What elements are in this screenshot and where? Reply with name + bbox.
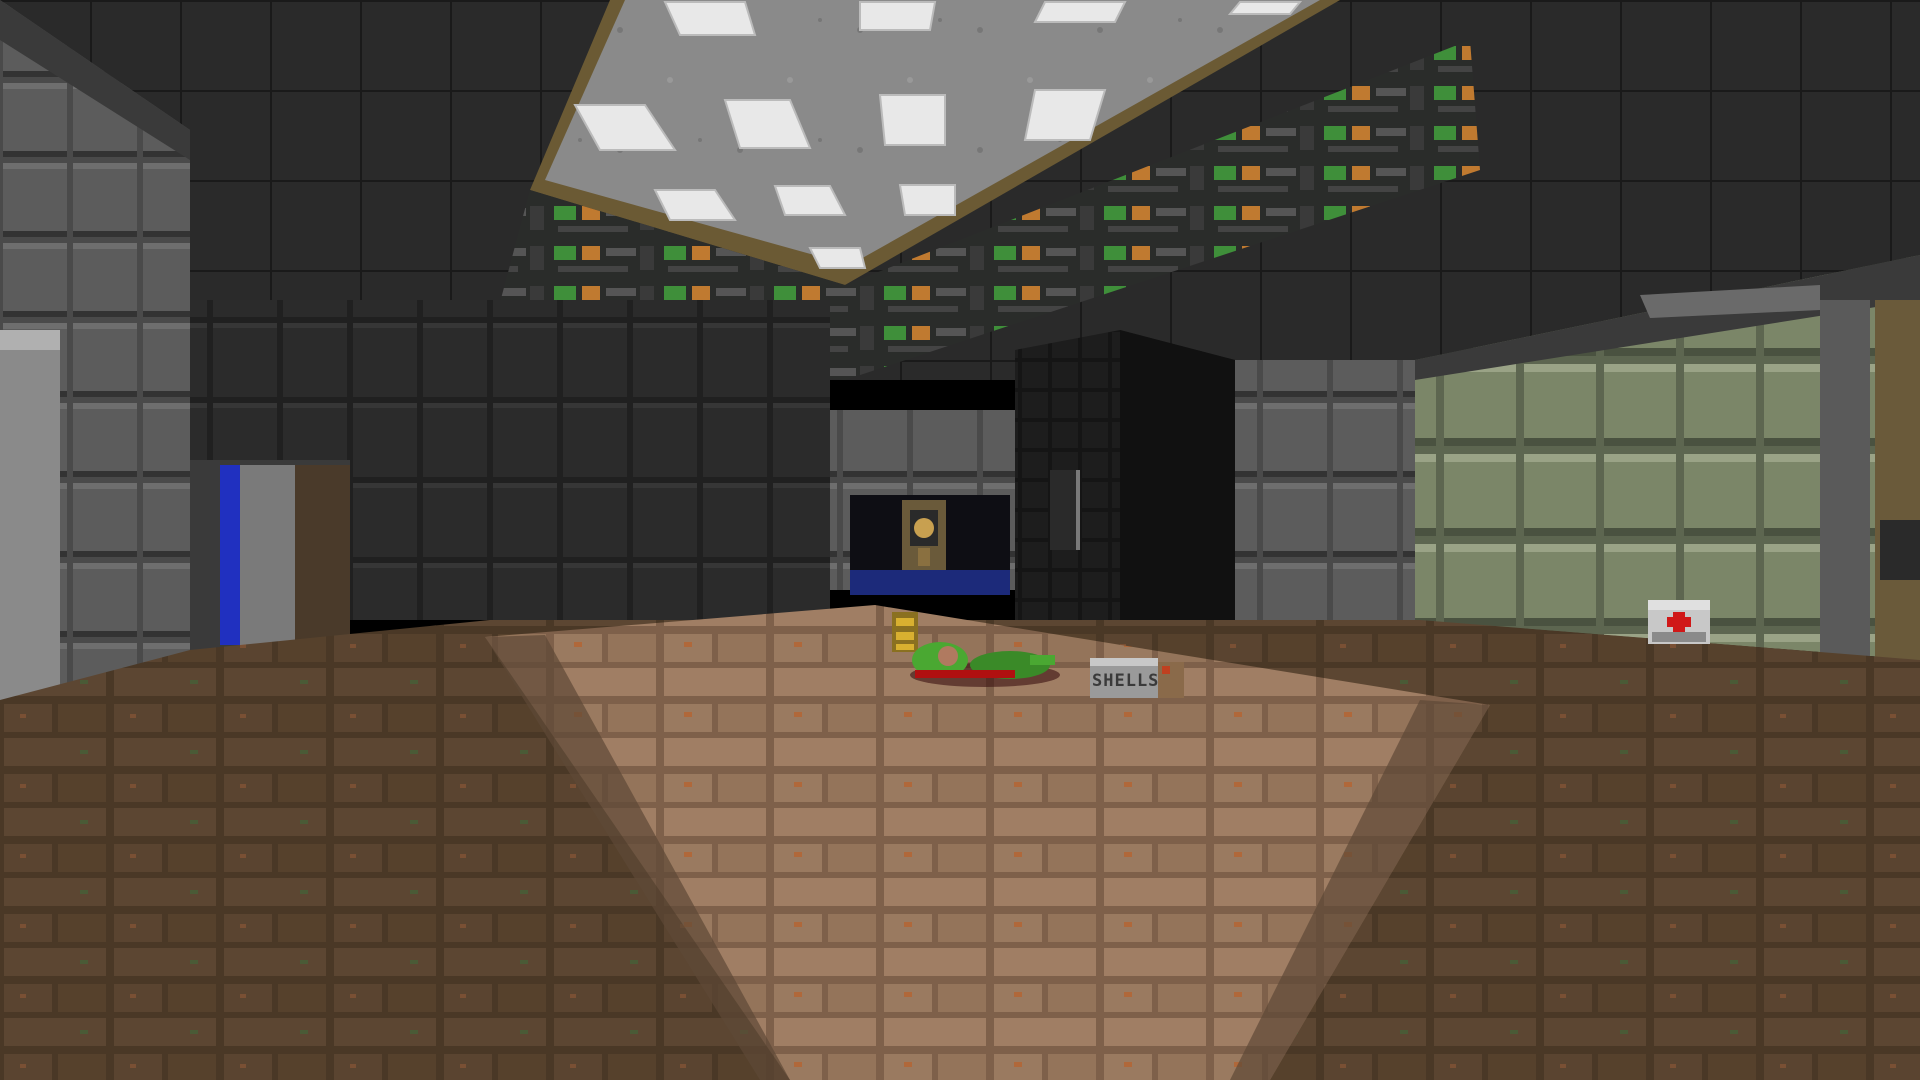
armor-bonus-icon (962, 560, 982, 570)
armor-bonus[interactable] (962, 560, 982, 570)
back-wall-right (1235, 360, 1415, 620)
shells-box[interactable]: SHELLS (1090, 658, 1184, 698)
skull-emblem-icon (902, 500, 946, 570)
bullet-clip-icon (892, 612, 918, 652)
game-scene[interactable]: SHELLS (0, 0, 1920, 1080)
distant-alcove (850, 495, 1010, 595)
game-viewport[interactable]: SHELLS (0, 0, 1920, 1080)
ammo-clip[interactable] (892, 612, 918, 652)
medikit-red-cross-icon (1648, 600, 1710, 644)
medikit[interactable] (1648, 600, 1710, 644)
black-pillar (1015, 330, 1235, 640)
shells-label: SHELLS (1092, 671, 1159, 691)
